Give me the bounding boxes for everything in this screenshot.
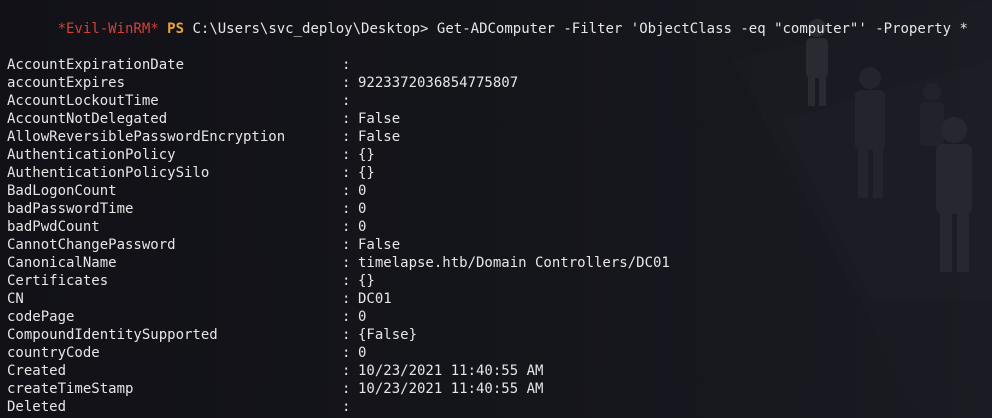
prompt-prefix: *Evil-WinRM* [57, 21, 159, 37]
property-value: False [358, 129, 401, 145]
command-prompt-line[interactable]: *Evil-WinRM* PS C:\Users\svc_deploy\Desk… [7, 2, 992, 37]
property-row: codePage:0 [7, 308, 992, 326]
property-name: AuthenticationPolicySilo [7, 165, 210, 181]
property-value: {} [358, 273, 375, 289]
property-name: AllowReversiblePasswordEncryption [7, 129, 286, 145]
property-name: BadLogonCount [7, 183, 117, 199]
property-value: 0 [358, 309, 367, 325]
property-name: badPasswordTime [7, 201, 134, 217]
terminal-window[interactable]: *Evil-WinRM* PS C:\Users\svc_deploy\Desk… [0, 0, 992, 418]
prompt-ps-label: PS [167, 21, 185, 37]
property-value: 0 [358, 201, 367, 217]
property-row: Created:10/23/2021 11:40:55 AM [7, 362, 992, 380]
property-value: 0 [358, 183, 367, 199]
property-separator: : [342, 381, 351, 397]
property-separator: : [342, 57, 351, 73]
property-row: Deleted: [7, 398, 992, 416]
property-value: {} [358, 147, 375, 163]
property-value: {} [358, 165, 375, 181]
property-name: countryCode [7, 345, 100, 361]
property-row: CompoundIdentitySupported: {False} [7, 326, 992, 344]
property-value: 10/23/2021 11:40:55 AM [358, 363, 544, 379]
property-row: AccountExpirationDate: [7, 56, 992, 74]
property-name: createTimeStamp [7, 381, 134, 397]
property-row: AccountNotDelegated: False [7, 110, 992, 128]
property-separator: : [342, 363, 351, 379]
property-list: AccountExpirationDate: accountExpires:922… [7, 56, 992, 416]
property-row: badPwdCount:0 [7, 218, 992, 236]
property-name: AuthenticationPolicy [7, 147, 176, 163]
property-name: Deleted [7, 399, 67, 415]
property-separator: : [342, 399, 351, 415]
property-separator: : [342, 219, 351, 235]
property-name: CompoundIdentitySupported [7, 327, 218, 343]
property-separator: : [342, 309, 351, 325]
property-row: BadLogonCount:0 [7, 182, 992, 200]
property-value: False [358, 237, 401, 253]
property-name: AccountLockoutTime [7, 93, 159, 109]
property-row: CanonicalName: timelapse.htb/Domain Contr… [7, 254, 992, 272]
property-separator: : [342, 291, 351, 307]
property-name: codePage [7, 309, 75, 325]
property-row: countryCode:0 [7, 344, 992, 362]
property-value: False [358, 111, 401, 127]
property-name: AccountNotDelegated [7, 111, 168, 127]
property-separator: : [342, 345, 351, 361]
property-separator: : [342, 165, 351, 181]
property-name: badPwdCount [7, 219, 100, 235]
property-separator: : [342, 273, 351, 289]
property-separator: : [342, 183, 351, 199]
property-name: AccountExpirationDate [7, 57, 185, 73]
property-row: AuthenticationPolicySilo: {} [7, 164, 992, 182]
property-separator: : [342, 75, 351, 91]
property-name: Created [7, 363, 67, 379]
property-row: createTimeStamp:10/23/2021 11:40:55 AM [7, 380, 992, 398]
property-name: CannotChangePassword [7, 237, 176, 253]
property-value: 0 [358, 219, 367, 235]
property-name: CN [7, 291, 24, 307]
command-text: Get-ADComputer -Filter 'ObjectClass -eq … [436, 21, 968, 37]
property-name: CanonicalName [7, 255, 117, 271]
property-value: 10/23/2021 11:40:55 AM [358, 381, 544, 397]
property-row: AccountLockoutTime: [7, 92, 992, 110]
prompt-path: C:\Users\svc_deploy\Desktop> [192, 21, 429, 37]
property-row: AllowReversiblePasswordEncryption: False [7, 128, 992, 146]
property-row: CannotChangePassword: False [7, 236, 992, 254]
property-row: CN: DC01 [7, 290, 992, 308]
property-separator: : [342, 255, 351, 271]
property-separator: : [342, 237, 351, 253]
property-row: badPasswordTime:0 [7, 200, 992, 218]
property-row: Certificates: {} [7, 272, 992, 290]
property-separator: : [342, 147, 351, 163]
property-row: accountExpires:9223372036854775807 [7, 74, 992, 92]
property-name: Certificates [7, 273, 109, 289]
property-name: accountExpires [7, 75, 126, 91]
property-separator: : [342, 93, 351, 109]
terminal-output: *Evil-WinRM* PS C:\Users\svc_deploy\Desk… [7, 2, 992, 416]
property-value: timelapse.htb/Domain Controllers/DC01 [358, 255, 670, 271]
property-separator: : [342, 111, 351, 127]
property-separator: : [342, 129, 351, 145]
property-value: DC01 [358, 291, 392, 307]
property-separator: : [342, 201, 351, 217]
property-separator: : [342, 327, 351, 343]
property-value: 0 [358, 345, 367, 361]
property-row: AuthenticationPolicy: {} [7, 146, 992, 164]
property-value: 9223372036854775807 [358, 75, 519, 91]
property-value: {False} [358, 327, 418, 343]
